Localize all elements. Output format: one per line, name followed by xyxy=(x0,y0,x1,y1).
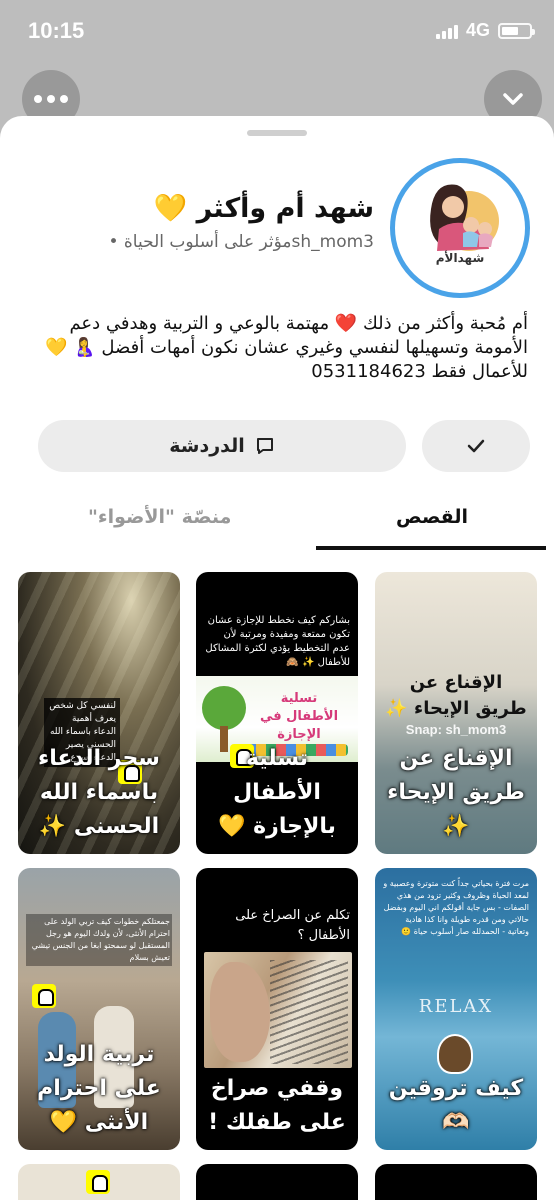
story-card[interactable] xyxy=(196,1164,358,1200)
avatar[interactable]: شهدالأم xyxy=(390,158,530,298)
story-card[interactable] xyxy=(375,1164,537,1200)
profile-sheet: شهدالأم شهد أم وأكثر 💛 sh_mom3مؤثر على أ… xyxy=(0,116,554,1200)
story-caption: الإقناع عن طريق الإيحاء ✨ xyxy=(387,746,525,839)
avatar-sticker xyxy=(437,1034,473,1074)
face-shape xyxy=(210,962,270,1062)
signal-icon xyxy=(435,23,458,39)
story-title: الإقناع عن طريق الإيحاء ✨ xyxy=(385,672,527,719)
subscribed-button[interactable] xyxy=(422,420,530,472)
more-icon xyxy=(34,95,68,103)
story-caption: تربية الولد على احترام الأنثى 💛 xyxy=(37,1042,161,1135)
story-caption: كيف تروقين 🫶🏻 xyxy=(388,1076,524,1135)
avatar-illustration xyxy=(430,184,499,251)
story-card[interactable]: بشاركم كيف نخطط للإجازة عشان تكون ممتعة … xyxy=(196,572,358,854)
words-pattern xyxy=(270,960,348,1064)
story-card[interactable]: جمعتلكم خطوات كيف تربي الولد على احترام … xyxy=(18,868,180,1150)
battery-icon xyxy=(498,22,535,39)
snapcode-icon xyxy=(86,1170,110,1194)
chevron-down-icon xyxy=(503,93,523,105)
story-caption: تسلية الأطفال بالإجازة 💛 xyxy=(218,746,336,839)
snapcode-icon xyxy=(32,984,56,1008)
tree-illustration xyxy=(202,686,246,730)
tab-active-indicator xyxy=(316,546,546,550)
story-top-text: مرت فترة بحياتي جداً كنت متوترة وعصبية و… xyxy=(383,879,529,936)
story-top-text: تكلم عن الصراخ على الأطفال ؟ xyxy=(235,908,350,943)
chat-button[interactable]: الدردشة xyxy=(38,420,406,472)
story-caption: سحر الدعاء باسماء الله الحسنى ✨ xyxy=(38,746,160,839)
check-icon xyxy=(467,439,485,453)
story-top-text: جمعتلكم خطوات كيف تربي الولد على احترام … xyxy=(26,914,172,966)
story-card[interactable]: الإقناع عن طريق الإيحاء ✨ Snap: sh_mom3 … xyxy=(375,572,537,854)
story-card[interactable]: تكلم عن الصراخ على الأطفال ؟ وقفي صراخ ع… xyxy=(196,868,358,1150)
network-type: 4G xyxy=(465,20,490,40)
story-card[interactable] xyxy=(18,1164,180,1200)
chat-button-label: الدردشة xyxy=(169,435,245,457)
sheet-handle[interactable] xyxy=(247,130,307,136)
profile-name: شهد أم وأكثر 💛 xyxy=(153,193,374,224)
chat-icon xyxy=(256,438,273,454)
status-indicators: 4G xyxy=(435,20,535,41)
story-top-text: بشاركم كيف نخطط للإجازة عشان تكون ممتعة … xyxy=(205,615,350,668)
avatar-image: شهدالأم xyxy=(401,169,519,287)
story-watermark: Snap: sh_mom3 xyxy=(405,722,507,737)
profile-username: sh_mom3مؤثر على أسلوب الحياة • xyxy=(108,232,374,252)
profile-tabs: القصص منصّة "الأضواء" xyxy=(0,494,554,552)
story-relax-text: RELAX xyxy=(418,996,494,1017)
story-card[interactable]: مرت فترة بحياتي جداً كنت متوترة وعصبية و… xyxy=(375,868,537,1150)
avatar-text: شهدالأم xyxy=(435,251,485,265)
story-poster-title: تسلية الأطفال في الإجازة xyxy=(259,691,339,742)
profile-bio: أم مُحبة وأكثر من ذلك ❤️ مهتمة بالوعي و … xyxy=(45,313,528,382)
status-bar: 10:15 4G xyxy=(0,0,554,64)
story-caption: وقفي صراخ على طفلك ! xyxy=(208,1076,346,1135)
status-time: 10:15 xyxy=(28,18,85,43)
tab-spotlight[interactable]: منصّة "الأضواء" xyxy=(88,506,231,528)
tab-stories[interactable]: القصص xyxy=(396,506,468,528)
story-card[interactable]: لنفسي كل شخص يعرف أهمية الدعاء باسماء ال… xyxy=(18,572,180,854)
story-photo xyxy=(204,952,352,1068)
